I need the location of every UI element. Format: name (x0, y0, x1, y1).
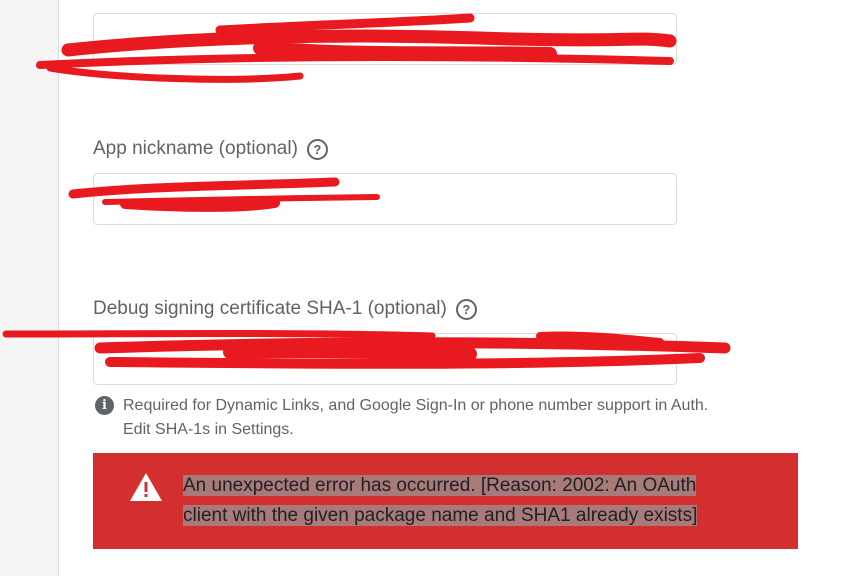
sha1-label: Debug signing certificate SHA-1 (optiona… (93, 298, 477, 320)
package-name-input[interactable] (93, 13, 677, 65)
warning-icon (130, 473, 162, 501)
app-nickname-label: App nickname (optional) ? (93, 138, 328, 160)
sha1-label-text: Debug signing certificate SHA-1 (optiona… (93, 298, 447, 319)
error-message: An unexpected error has occurred. [Reaso… (183, 471, 783, 531)
sha1-input[interactable] (93, 333, 677, 385)
app-nickname-label-text: App nickname (optional) (93, 138, 298, 159)
error-line-2: client with the given package name and S… (183, 505, 698, 526)
hint-line-2: Edit SHA-1s in Settings. (123, 421, 294, 438)
hint-line-1: Required for Dynamic Links, and Google S… (123, 397, 709, 414)
sha1-hint-text: Required for Dynamic Links, and Google S… (123, 394, 708, 442)
help-circle-icon[interactable]: ? (455, 298, 477, 320)
help-circle-icon[interactable]: ? (306, 138, 328, 160)
register-app-form: App nickname (optional) ? Debug signing … (0, 0, 842, 576)
info-icon: i (95, 396, 114, 415)
left-gutter (0, 0, 59, 576)
sha1-hint: i Required for Dynamic Links, and Google… (95, 394, 795, 442)
error-banner: An unexpected error has occurred. [Reaso… (93, 453, 798, 549)
error-line-1: An unexpected error has occurred. [Reaso… (183, 475, 697, 496)
app-nickname-input[interactable] (93, 173, 677, 225)
